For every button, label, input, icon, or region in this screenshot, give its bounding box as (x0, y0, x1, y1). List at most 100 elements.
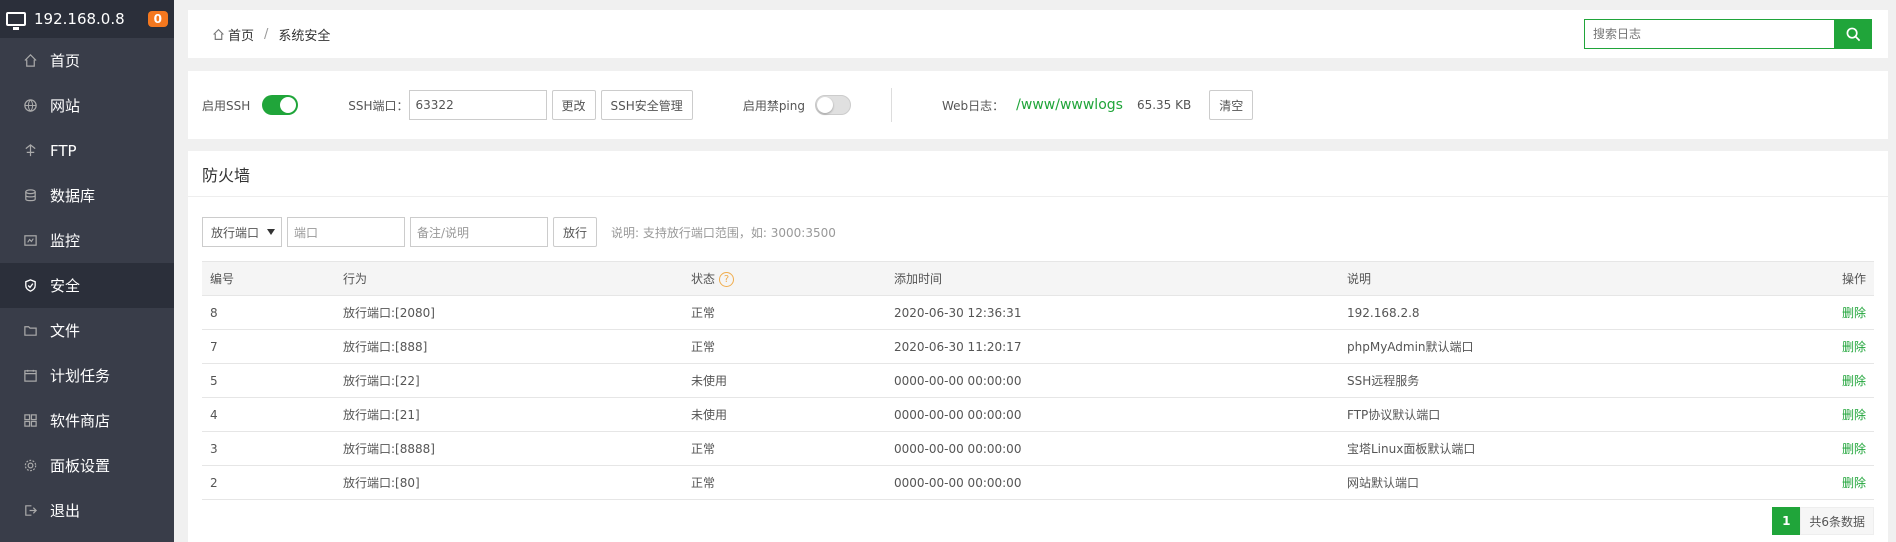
ssh-port-input[interactable]: 63322 (408, 90, 547, 120)
sidebar-item-2[interactable]: FTP (0, 128, 174, 173)
weblog-size: 65.35 KB (1136, 98, 1192, 112)
main-content: 首页 / 系统安全 启用SSH SSH端口： 63322 更改 SSH安全管理 … (174, 0, 1896, 542)
cell-id: 2 (202, 465, 335, 500)
help-icon[interactable]: ? (719, 272, 735, 287)
sidebar-item-label: 数据库 (50, 187, 96, 205)
home-icon (213, 28, 224, 40)
sidebar-item-4[interactable]: 监控 (0, 218, 174, 263)
breadcrumb-current: 系统安全 (278, 28, 331, 44)
ssh-enable-label: 启用SSH (202, 98, 251, 113)
delete-link[interactable]: 删除 (1842, 408, 1866, 422)
firewall-panel: 防火墙 放行端口 端口 备注/说明 放行 说明: 支持放行端口范围，如: 300… (188, 151, 1888, 542)
ftp-icon (22, 143, 38, 159)
table-row: 3 放行端口:[8888] 正常 0000-00-00 00:00:00 宝塔Linux… (202, 431, 1874, 466)
computer-icon (6, 12, 26, 30)
change-port-button[interactable]: 更改 (551, 90, 596, 120)
cell-action: 放行端口:[888] (335, 329, 683, 364)
home-icon (22, 53, 38, 69)
clear-log-button[interactable]: 清空 (1209, 90, 1254, 120)
cell-desc: 192.168.2.8 (1339, 295, 1794, 330)
sidebar-item-5[interactable]: 安全 (0, 263, 174, 308)
col-op: 操作 (1794, 261, 1874, 296)
cell-status: 正常 (683, 329, 886, 364)
cell-id: 5 (202, 363, 335, 398)
rule-type-select[interactable]: 放行端口 (202, 217, 282, 247)
breadcrumb-home-label: 首页 (228, 28, 255, 44)
cell-status: 正常 (683, 295, 886, 330)
cell-action: 放行端口:[21] (335, 397, 683, 432)
cell-action: 放行端口:[80] (335, 465, 683, 500)
sidebar-item-label: 监控 (50, 232, 81, 250)
cell-status: 未使用 (683, 363, 886, 398)
sidebar-item-6[interactable]: 文件 (0, 308, 174, 353)
sidebar-item-label: FTP (50, 141, 77, 160)
sidebar-item-label: 计划任务 (50, 367, 111, 385)
table-row: 4 放行端口:[21] 未使用 0000-00-00 00:00:00 FTP协议默认端… (202, 397, 1874, 432)
rule-type-value: 放行端口 (211, 225, 260, 240)
port-input[interactable]: 端口 (287, 217, 405, 247)
hint-text: 说明: 支持放行端口范围，如: 3000:3500 (611, 225, 836, 240)
col-action: 行为 (335, 261, 683, 296)
weblog-label: Web日志： (942, 98, 1005, 113)
cell-time: 0000-00-00 00:00:00 (886, 431, 1339, 466)
table-row: 5 放行端口:[22] 未使用 0000-00-00 00:00:00 SSH远程服务 删… (202, 363, 1874, 398)
server-ip: 192.168.0.8 (34, 10, 125, 28)
cell-desc: phpMyAdmin默认端口 (1339, 329, 1794, 364)
page-1-button[interactable]: 1 (1772, 507, 1801, 535)
breadcrumb: 首页 / 系统安全 (188, 10, 1888, 58)
divider (891, 88, 892, 122)
col-status: 状态? (683, 261, 886, 296)
gear-icon (22, 458, 38, 474)
search-icon (1846, 27, 1860, 41)
sidebar-item-10[interactable]: 退出 (0, 488, 174, 533)
ssh-toggle[interactable] (262, 95, 299, 115)
delete-link[interactable]: 删除 (1842, 306, 1866, 320)
sidebar-item-9[interactable]: 面板设置 (0, 443, 174, 488)
ssh-port-label: SSH端口： (348, 98, 409, 113)
sidebar-item-label: 网站 (50, 97, 81, 115)
firewall-toolbar: 放行端口 端口 备注/说明 放行 说明: 支持放行端口范围，如: 3000:35… (202, 217, 836, 247)
folder-icon (22, 323, 38, 339)
shield-icon (22, 278, 38, 294)
table-header-row: 编号 行为 状态? 添加时间 说明 操作 (202, 261, 1874, 296)
allow-button[interactable]: 放行 (553, 217, 598, 247)
cell-id: 3 (202, 431, 335, 466)
cell-action: 放行端口:[8888] (335, 431, 683, 466)
note-input[interactable]: 备注/说明 (410, 217, 548, 247)
cell-id: 8 (202, 295, 335, 330)
sidebar-item-1[interactable]: 网站 (0, 83, 174, 128)
sidebar: 192.168.0.8 0 首页网站 FTP 数据库监控安全 文件计划任务软件商店 面板… (0, 0, 174, 542)
cell-status: 正常 (683, 465, 886, 500)
weblog-path-link[interactable]: /www/wwwlogs (1016, 97, 1123, 113)
cell-time: 0000-00-00 00:00:00 (886, 465, 1339, 500)
ping-label: 启用禁ping (742, 98, 805, 113)
monitor-icon (22, 233, 38, 249)
delete-link[interactable]: 删除 (1842, 442, 1866, 456)
log-search-input[interactable] (1584, 19, 1834, 49)
breadcrumb-home[interactable]: 首页 (212, 25, 254, 44)
apps-icon (22, 413, 38, 429)
sidebar-item-3[interactable]: 数据库 (0, 173, 174, 218)
breadcrumb-separator: / (264, 26, 269, 42)
sidebar-item-0[interactable]: 首页 (0, 38, 174, 83)
col-id: 编号 (202, 261, 335, 296)
ssh-manage-button[interactable]: SSH安全管理 (600, 90, 693, 120)
total-count: 共6条数据 (1800, 507, 1874, 535)
calendar-icon (22, 368, 38, 384)
firewall-title: 防火墙 (188, 151, 1888, 197)
delete-link[interactable]: 删除 (1842, 340, 1866, 354)
ssh-settings-bar: 启用SSH SSH端口： 63322 更改 SSH安全管理 启用禁ping We… (188, 71, 1888, 139)
delete-link[interactable]: 删除 (1842, 374, 1866, 388)
delete-link[interactable]: 删除 (1842, 476, 1866, 490)
search-button[interactable] (1834, 19, 1872, 49)
chevron-down-icon (267, 229, 275, 235)
sidebar-item-label: 首页 (50, 52, 81, 70)
ping-toggle[interactable] (815, 95, 851, 115)
sidebar-item-label: 退出 (50, 502, 81, 520)
table-row: 7 放行端口:[888] 正常 2020-06-30 11:20:17 phpMyAdm… (202, 329, 1874, 364)
col-desc: 说明 (1339, 261, 1794, 296)
cell-id: 4 (202, 397, 335, 432)
notification-badge[interactable]: 0 (147, 11, 168, 27)
sidebar-item-7[interactable]: 计划任务 (0, 353, 174, 398)
sidebar-item-8[interactable]: 软件商店 (0, 398, 174, 443)
